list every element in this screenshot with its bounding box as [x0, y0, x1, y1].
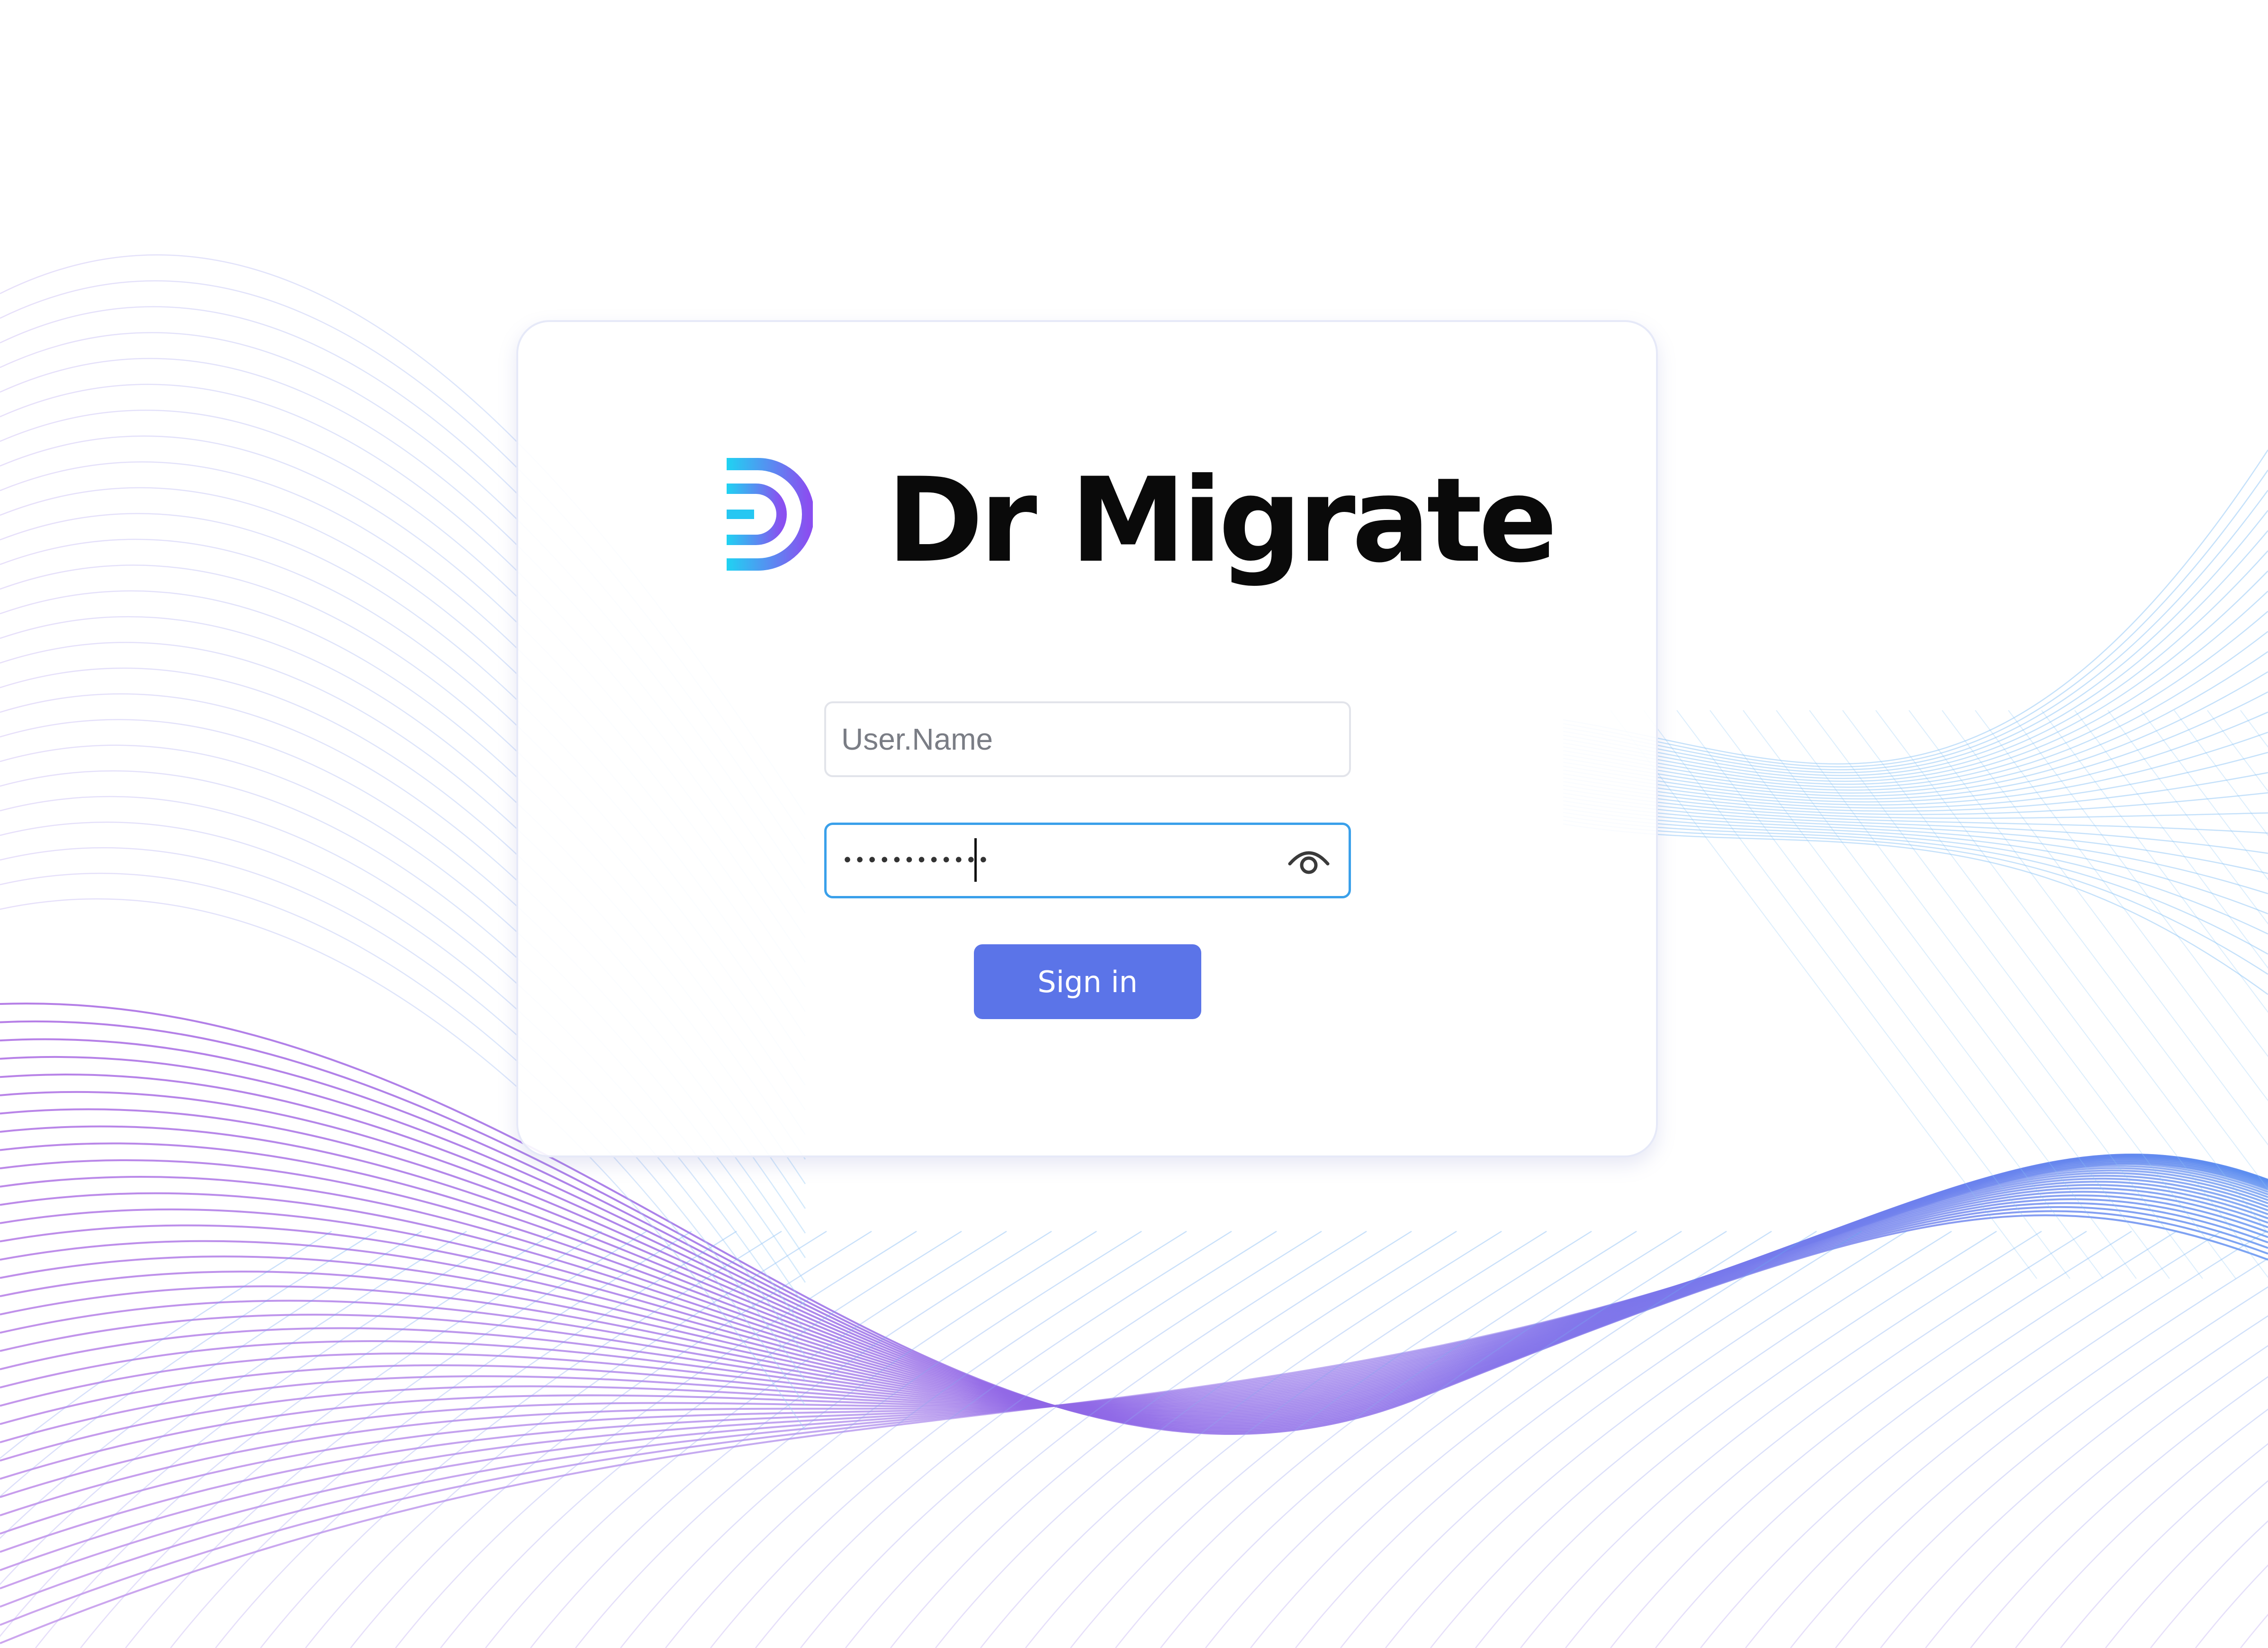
- username-input[interactable]: [841, 703, 1334, 775]
- login-page: Dr Migrate Sign in: [0, 0, 2268, 1648]
- text-caret: [974, 838, 977, 882]
- username-field[interactable]: [824, 701, 1351, 777]
- eye-icon[interactable]: [1285, 839, 1332, 882]
- password-input[interactable]: [842, 825, 1268, 896]
- brand-name: Dr Migrate: [887, 453, 1557, 589]
- password-field[interactable]: [824, 823, 1351, 898]
- dr-migrate-d-logo-icon: [727, 458, 813, 571]
- sign-in-button[interactable]: Sign in: [974, 944, 1201, 1019]
